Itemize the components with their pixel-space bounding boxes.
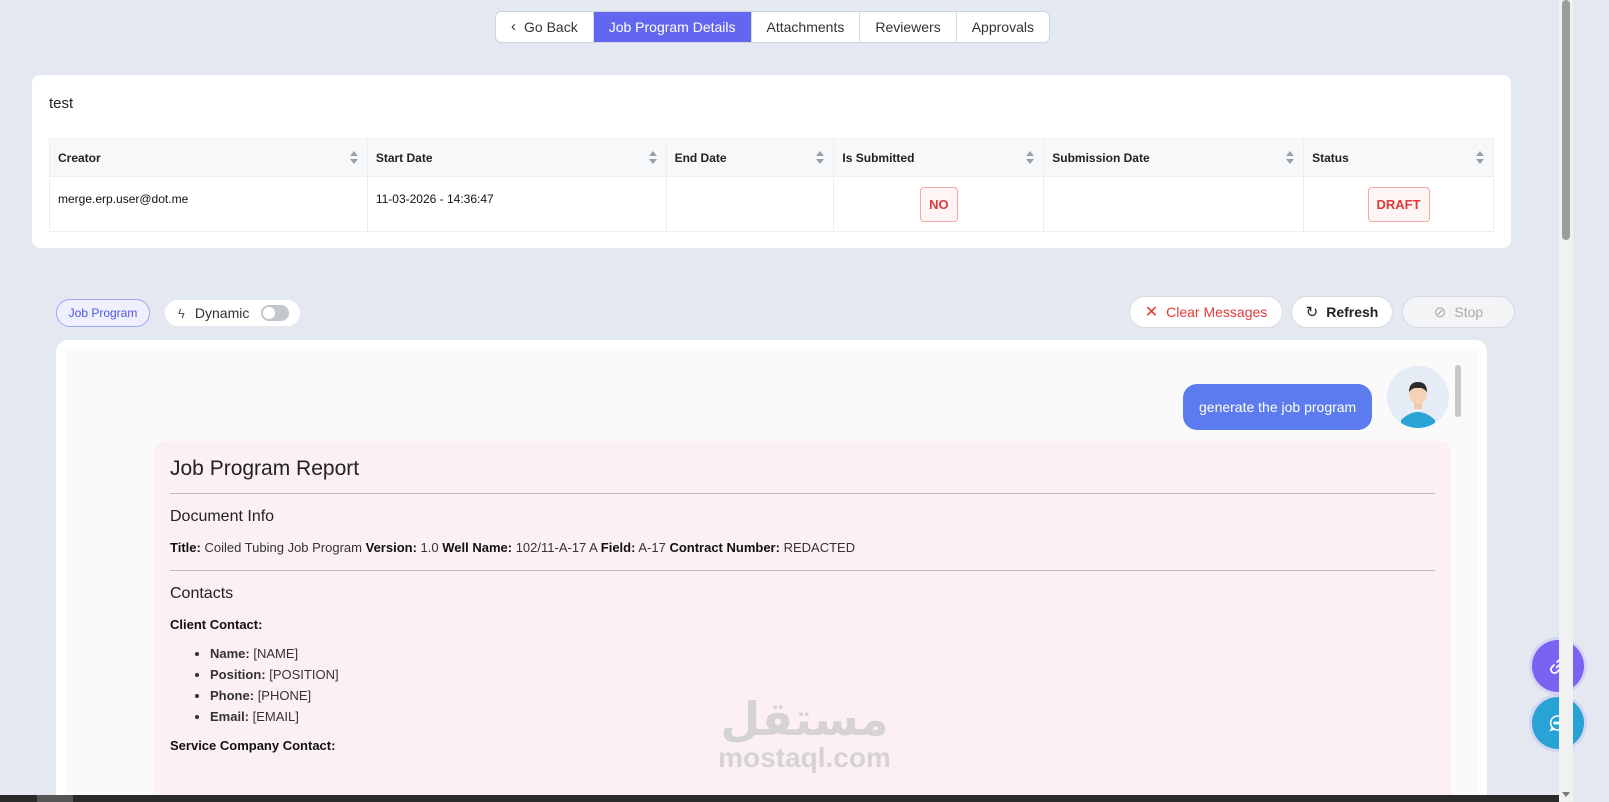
report-title: Job Program Report <box>170 457 1435 494</box>
go-back-button[interactable]: ‹ Go Back <box>496 12 594 42</box>
sort-icon[interactable] <box>1286 151 1295 165</box>
tab-reviewers[interactable]: Reviewers <box>860 12 957 42</box>
refresh-button[interactable]: ↻ Refresh <box>1291 296 1393 328</box>
user-avatar <box>1387 366 1449 428</box>
status-badge: DRAFT <box>1367 186 1430 222</box>
x-icon: ✕ <box>1144 304 1159 321</box>
refresh-label: Refresh <box>1326 304 1379 320</box>
tab-job-program-details[interactable]: Job Program Details <box>593 12 752 42</box>
sort-icon[interactable] <box>1026 151 1035 165</box>
toggle-knob <box>263 307 276 319</box>
sort-icon[interactable] <box>816 151 825 165</box>
divider <box>170 570 1435 571</box>
list-item: Name: [NAME] <box>210 646 1435 661</box>
document-info-text: Title: Coiled Tubing Job Program Version… <box>170 540 856 555</box>
scroll-down-arrow-icon[interactable] <box>1562 792 1570 797</box>
job-info-card: test Creator Start Date End Date Is Subm… <box>32 75 1511 248</box>
end-date-cell <box>665 176 835 232</box>
is-submitted-badge: NO <box>920 186 958 222</box>
creator-cell: merge.erp.user@dot.me <box>49 176 368 232</box>
document-info-heading: Document Info <box>170 508 275 525</box>
submission-date-cell <box>1043 176 1305 232</box>
chat-scrollbar[interactable] <box>1455 365 1461 417</box>
chat-fab-button[interactable] <box>1532 697 1584 749</box>
stop-icon: ⊘ <box>1433 304 1447 321</box>
client-contact-label: Client Contact: <box>170 617 263 632</box>
stop-label: Stop <box>1454 304 1484 320</box>
status-cell: DRAFT <box>1303 176 1494 232</box>
clear-messages-label: Clear Messages <box>1166 304 1268 320</box>
sort-icon[interactable] <box>648 151 657 165</box>
contacts-heading: Contacts <box>170 585 234 602</box>
bottom-taskbar <box>0 795 1559 802</box>
top-tabs: ‹ Go Back Job Program Details Attachment… <box>495 11 1050 43</box>
start-date-cell: 11-03-2026 - 14:36:47 <box>366 176 667 232</box>
go-back-label: Go Back <box>524 19 578 35</box>
sort-icon[interactable] <box>1476 151 1484 165</box>
watermark-latin: mostaql.com <box>718 742 891 773</box>
column-header-is-submitted[interactable]: Is Submitted <box>833 138 1045 177</box>
tab-approvals[interactable]: Approvals <box>957 12 1049 42</box>
chevron-left-icon: ‹ <box>511 18 516 35</box>
watermark-arabic: مستقل <box>720 692 889 746</box>
column-header-submission-date[interactable]: Submission Date <box>1043 138 1305 177</box>
bolt-icon: ϟ <box>178 305 185 321</box>
sort-icon[interactable] <box>349 151 358 165</box>
tab-attachments[interactable]: Attachments <box>752 12 861 42</box>
column-header-creator[interactable]: Creator <box>49 138 368 177</box>
clear-messages-button[interactable]: ✕ Clear Messages <box>1129 296 1283 328</box>
user-message-bubble: generate the job program <box>1183 384 1373 430</box>
stop-button[interactable]: ⊘ Stop <box>1402 296 1515 328</box>
page-scrollbar[interactable] <box>1559 0 1573 802</box>
watermark: مستقل mostaql.com <box>707 695 902 773</box>
dynamic-toggle[interactable] <box>261 305 290 321</box>
job-info-table: Creator Start Date End Date Is Submitted… <box>49 138 1494 232</box>
is-submitted-cell: NO <box>833 176 1045 232</box>
column-header-status[interactable]: Status <box>1303 138 1494 177</box>
dynamic-label: Dynamic <box>194 305 250 321</box>
column-header-end-date[interactable]: End Date <box>665 138 835 177</box>
page-scrollbar-thumb[interactable] <box>1562 0 1570 240</box>
dynamic-toggle-group[interactable]: ϟ Dynamic <box>164 299 301 327</box>
column-header-start-date[interactable]: Start Date <box>366 138 667 177</box>
link-fab-button[interactable] <box>1532 640 1584 692</box>
job-program-tag[interactable]: Job Program <box>56 299 150 327</box>
list-item: Position: [POSITION] <box>210 667 1435 682</box>
refresh-icon: ↻ <box>1305 304 1319 321</box>
table-row: merge.erp.user@dot.me 11-03-2026 - 14:36… <box>49 176 1494 232</box>
card-title: test <box>49 95 74 112</box>
